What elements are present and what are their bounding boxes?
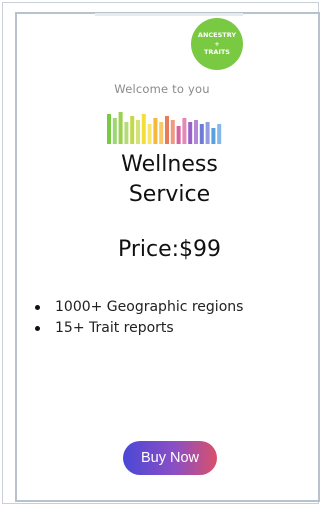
product-title-line-1: Wellness — [121, 152, 218, 177]
feature-list: 1000+ Geographic regions 15+ Trait repor… — [35, 297, 243, 339]
dna-bar — [182, 118, 187, 144]
dna-bar — [217, 124, 222, 144]
dna-bar — [124, 122, 129, 144]
dna-bar — [194, 120, 198, 144]
product-card: Welcome to you ANCESTRY + TRAITS Wellnes… — [15, 12, 320, 502]
dna-bar — [170, 120, 175, 144]
feature-item: 1000+ Geographic regions — [35, 297, 243, 318]
bullet-icon — [35, 305, 40, 310]
dna-bar — [176, 126, 181, 144]
price: Price:$99 — [17, 237, 321, 262]
dna-bar — [141, 114, 146, 144]
dna-bar — [159, 122, 164, 144]
dna-bar — [130, 116, 135, 144]
dna-bar — [107, 114, 111, 144]
product-title-line-2: Service — [128, 182, 211, 207]
dna-bar — [188, 122, 193, 144]
dna-bar — [165, 116, 169, 144]
bullet-icon — [35, 326, 40, 331]
feature-text: 1000+ Geographic regions — [55, 299, 244, 315]
dna-bar — [153, 118, 158, 144]
dna-bar — [205, 122, 210, 144]
price-value: $99 — [179, 237, 222, 262]
dna-bar — [211, 128, 216, 144]
price-label: Price: — [117, 237, 180, 262]
dna-bar — [147, 124, 152, 144]
dna-bars-graphic — [107, 112, 222, 144]
buy-now-button[interactable]: Buy Now — [123, 441, 217, 475]
ancestry-traits-badge: ANCESTRY + TRAITS — [191, 18, 243, 70]
feature-item: 15+ Trait reports — [35, 318, 243, 339]
badge-line-1: ANCESTRY — [197, 30, 237, 39]
dna-bar — [118, 112, 123, 144]
dna-bar — [199, 124, 204, 144]
dna-bar — [136, 120, 140, 144]
badge-line-3: TRAITS — [203, 48, 230, 57]
feature-text: 15+ Trait reports — [55, 320, 174, 336]
dna-bar — [112, 118, 117, 144]
page-frame: Welcome to you ANCESTRY + TRAITS Wellnes… — [2, 2, 320, 504]
image-caption: Welcome to you — [114, 82, 210, 96]
badge-line-2: + — [214, 39, 220, 48]
